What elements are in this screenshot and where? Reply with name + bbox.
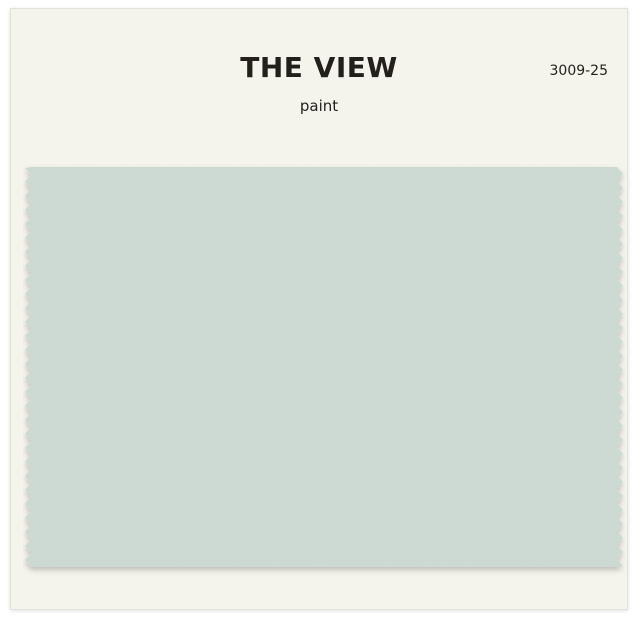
color-name: THE VIEW [240,51,398,84]
swatch-texture [25,167,623,567]
color-code: 3009-25 [549,63,609,79]
color-card: THE VIEW paint 3009-25 [10,8,628,610]
color-swatch [23,159,625,579]
finish-label: paint [299,97,339,115]
